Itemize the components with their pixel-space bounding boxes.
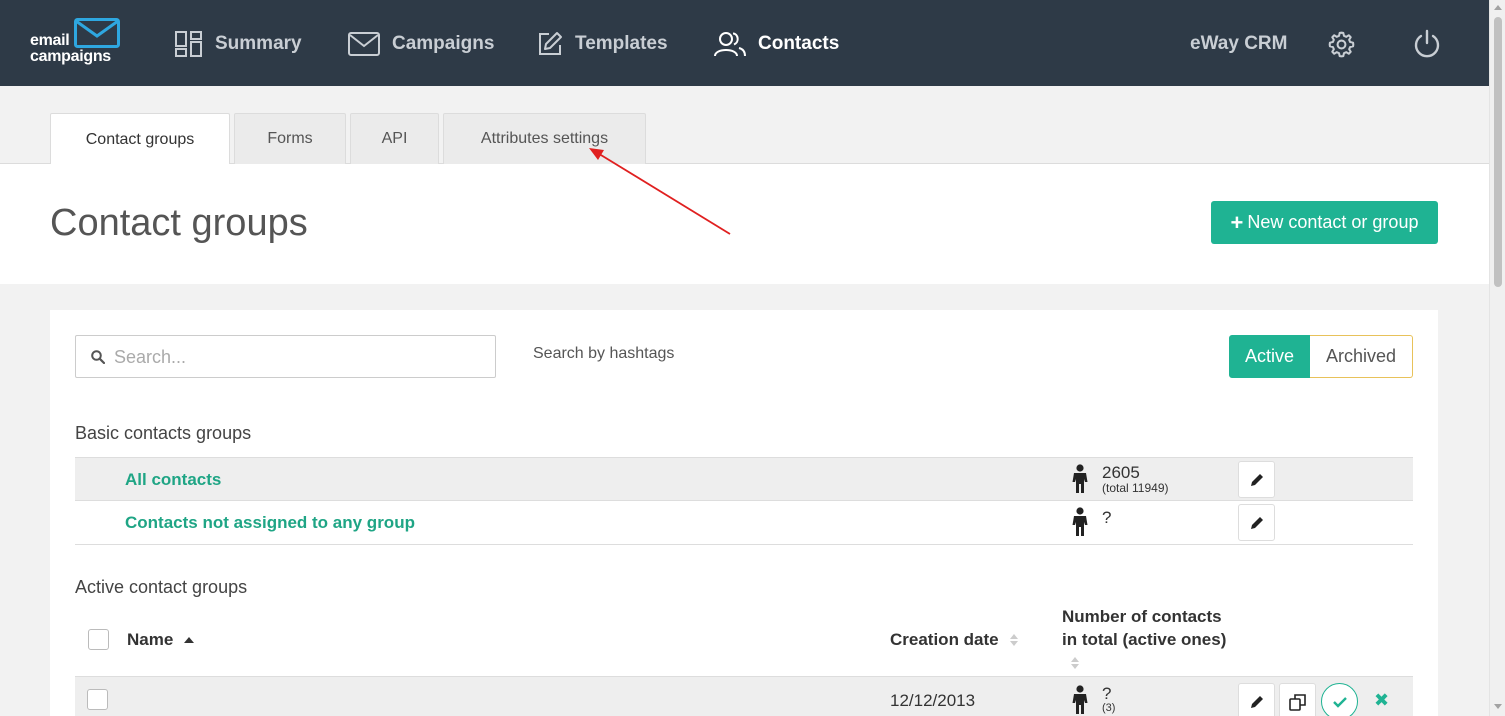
new-contact-or-group-button[interactable]: + New contact or group [1211,201,1438,244]
nav-campaigns-label: Campaigns [392,33,495,54]
page-scrollbar[interactable] [1489,0,1505,716]
contact-count-active: (3) [1102,702,1116,714]
edit-button[interactable] [1238,461,1275,498]
logo-text-line2: campaigns [30,48,111,65]
pencil-icon [1250,473,1263,486]
creation-date: 12/12/2013 [890,691,976,710]
contact-count: ? [1102,508,1112,527]
contact-count: ? [1102,684,1112,703]
status-toggle: Active Archived [1229,335,1413,378]
column-header-name[interactable]: Name [127,630,173,650]
nav-contacts-label: Contacts [758,33,840,54]
group-link-not-assigned[interactable]: Contacts not assigned to any group [125,513,415,533]
copy-icon [1288,693,1306,711]
sort-icon [1010,634,1018,646]
active-groups-heading: Active contact groups [75,577,248,597]
logout-button[interactable] [1412,28,1442,60]
settings-button[interactable] [1328,28,1355,60]
check-icon [1332,696,1347,708]
group-link-all-contacts[interactable]: All contacts [125,470,221,490]
tab-contact-groups[interactable]: Contact groups [50,113,230,165]
users-icon [714,32,746,57]
row-checkbox[interactable] [87,689,108,710]
person-icon [1072,507,1088,536]
search-icon [91,350,105,364]
toggle-active[interactable]: Active [1229,335,1310,378]
scroll-down-arrow[interactable] [1494,704,1502,709]
page-title: Contact groups [50,202,308,244]
tab-attributes-settings[interactable]: Attributes settings [443,113,646,164]
gear-icon [1328,31,1355,57]
power-icon [1414,29,1440,58]
duplicate-button[interactable] [1279,683,1316,716]
plus-icon: + [1230,209,1244,235]
pencil-icon [1250,695,1263,708]
search-box[interactable] [75,335,496,378]
nav-templates-label: Templates [575,33,668,54]
archive-button[interactable] [1321,683,1358,716]
tab-api[interactable]: API [350,113,439,164]
column-header-contacts-line1[interactable]: Number of contacts [1062,607,1222,627]
tab-forms[interactable]: Forms [234,113,346,164]
nav-summary-label: Summary [215,33,302,54]
tab-bar: Contact groups Forms API Attributes sett… [0,86,1489,165]
search-by-hashtags-link[interactable]: Search by hashtags [533,345,674,363]
dashboard-icon [175,31,202,57]
nav-contacts[interactable]: Contacts [714,28,839,60]
person-icon [1072,685,1088,714]
table-row: Contacts not assigned to any group ? [75,501,1413,545]
new-button-label: New contact or group [1247,212,1419,232]
table-row: All contacts 2605 (total 11949) [75,457,1413,501]
column-header-creation-date[interactable]: Creation date [890,630,999,650]
table-row: 12/12/2013 ? (3) ✖ [75,676,1413,716]
contact-count-total: (total 11949) [1102,481,1169,495]
sort-icon [1071,657,1079,669]
edit-button[interactable] [1238,683,1275,716]
sort-ascending-icon [184,637,194,643]
edit-button[interactable] [1238,504,1275,541]
envelope-icon [348,32,380,56]
edit-icon [539,32,562,55]
select-all-checkbox[interactable] [88,629,109,650]
search-input[interactable] [114,344,484,370]
person-icon [1072,464,1088,493]
scroll-up-arrow[interactable] [1494,5,1502,10]
eway-crm-label: eWay CRM [1190,33,1288,54]
toggle-archived[interactable]: Archived [1310,335,1413,378]
nav-campaigns[interactable]: Campaigns [348,28,494,60]
basic-groups-heading: Basic contacts groups [75,423,252,443]
contact-groups-card: Search by hashtags Active Archived Basic… [50,310,1438,716]
top-navigation-bar: email campaigns Summary Campaigns Templa… [0,0,1489,86]
app-logo[interactable]: email campaigns [30,18,122,68]
logo-envelope-icon [74,18,120,48]
scrollbar-thumb[interactable] [1494,17,1502,287]
page-header: Contact groups + New contact or group [0,164,1489,284]
column-header-contacts-line2[interactable]: in total (active ones) [1062,630,1226,650]
nav-templates[interactable]: Templates [537,28,668,60]
delete-icon[interactable]: ✖ [1374,690,1389,711]
nav-eway-crm[interactable]: eWay CRM [1190,28,1287,60]
nav-summary[interactable]: Summary [175,28,302,60]
pencil-icon [1250,516,1263,529]
contact-count: 2605 [1102,463,1140,482]
